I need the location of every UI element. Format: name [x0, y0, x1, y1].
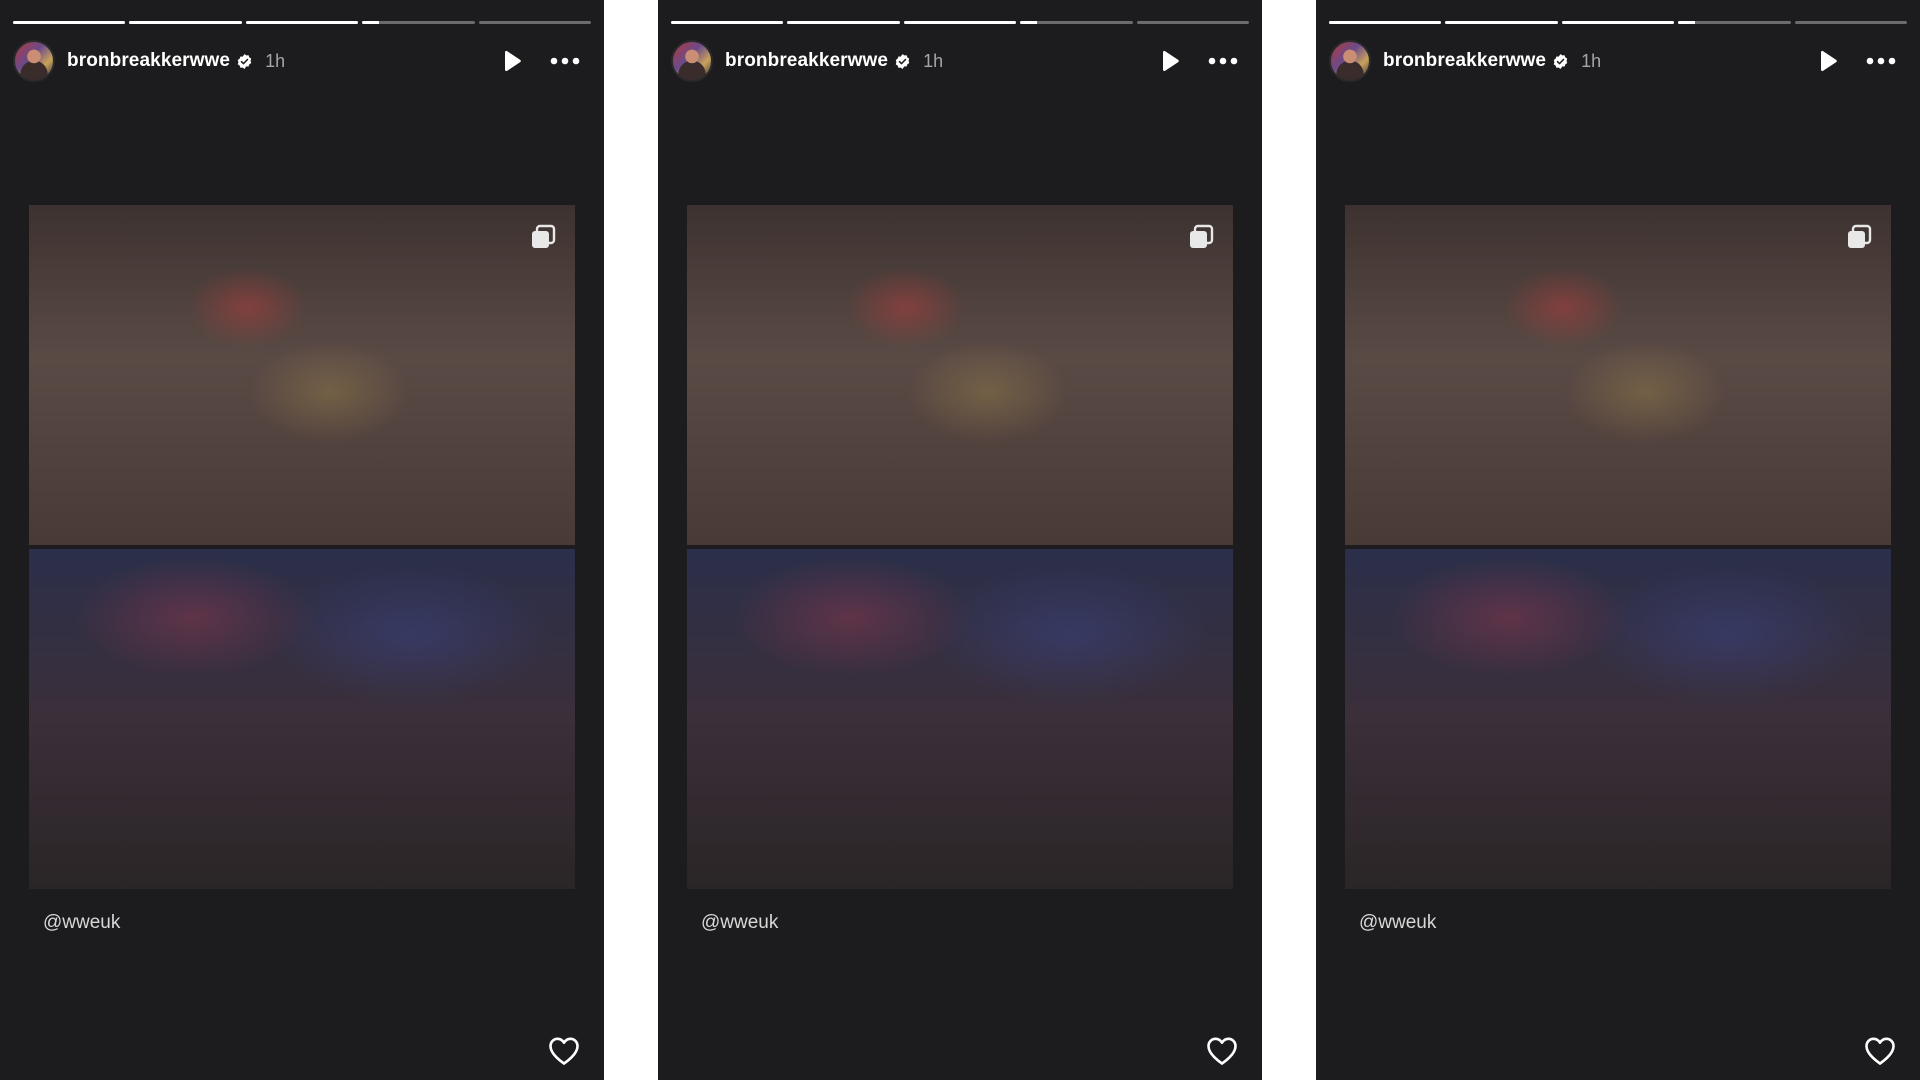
carousel-icon [532, 224, 556, 248]
story-panel[interactable]: bronbreakkerwwe 1h @wweuk [0, 0, 604, 1080]
story-panel[interactable]: bronbreakkerwwe 1h @wweuk [1316, 0, 1920, 1080]
progress-segment [1445, 21, 1558, 24]
play-button[interactable] [1816, 49, 1840, 73]
mention-link[interactable]: @wweuk [701, 912, 778, 934]
heart-icon[interactable] [548, 1036, 580, 1066]
more-options-icon [550, 57, 580, 65]
mention-link[interactable]: @wweuk [1359, 912, 1436, 934]
progress-segment [129, 21, 242, 24]
progress-segment [903, 21, 1017, 24]
story-progress-bar [671, 21, 1250, 24]
story-header: bronbreakkerwwe 1h [1329, 40, 1896, 82]
post-time: 1h [923, 50, 944, 71]
heart-icon[interactable] [1864, 1036, 1896, 1066]
post-time: 1h [265, 50, 286, 71]
story-progress-bar [13, 21, 592, 24]
post-photo-top [1345, 205, 1891, 545]
progress-segment [671, 21, 784, 24]
post-photo-bottom [1345, 549, 1891, 889]
heart-icon[interactable] [1206, 1036, 1238, 1066]
mention-link[interactable]: @wweuk [43, 912, 120, 934]
progress-segment [478, 21, 592, 24]
username[interactable]: bronbreakkerwwe [725, 50, 888, 72]
progress-segment [1794, 21, 1908, 24]
post-photo-top [687, 205, 1233, 545]
progress-segment [362, 21, 475, 24]
carousel-icon [1190, 224, 1214, 248]
username[interactable]: bronbreakkerwwe [67, 50, 230, 72]
verified-badge-icon [1553, 53, 1568, 69]
shared-post[interactable] [1345, 205, 1891, 889]
verified-badge-icon [895, 53, 910, 69]
avatar[interactable] [1329, 40, 1371, 82]
more-options-icon [1208, 57, 1238, 65]
play-icon [505, 50, 521, 72]
story-progress-bar [1329, 21, 1908, 24]
progress-segment [1678, 21, 1791, 24]
more-options-icon [1866, 57, 1896, 65]
more-options-button[interactable] [1208, 49, 1238, 73]
progress-segment [1329, 21, 1442, 24]
carousel-icon [1848, 224, 1872, 248]
avatar[interactable] [671, 40, 713, 82]
progress-segment [787, 21, 900, 24]
username[interactable]: bronbreakkerwwe [1383, 50, 1546, 72]
progress-segment [1561, 21, 1675, 24]
progress-segment [13, 21, 126, 24]
post-photo-top [29, 205, 575, 545]
stories-stage: bronbreakkerwwe 1h @wweuk bronbreakkerww… [0, 0, 1920, 1080]
progress-segment [245, 21, 359, 24]
progress-segment [1020, 21, 1133, 24]
more-options-button[interactable] [1866, 49, 1896, 73]
verified-badge-icon [237, 53, 252, 69]
play-icon [1163, 50, 1179, 72]
story-header: bronbreakkerwwe 1h [671, 40, 1238, 82]
story-panel[interactable]: bronbreakkerwwe 1h @wweuk [658, 0, 1262, 1080]
avatar[interactable] [13, 40, 55, 82]
play-icon [1821, 50, 1837, 72]
post-photo-bottom [29, 549, 575, 889]
progress-segment [1136, 21, 1250, 24]
post-time: 1h [1581, 50, 1602, 71]
more-options-button[interactable] [550, 49, 580, 73]
story-header: bronbreakkerwwe 1h [13, 40, 580, 82]
play-button[interactable] [500, 49, 524, 73]
post-photo-bottom [687, 549, 1233, 889]
shared-post[interactable] [29, 205, 575, 889]
play-button[interactable] [1158, 49, 1182, 73]
shared-post[interactable] [687, 205, 1233, 889]
